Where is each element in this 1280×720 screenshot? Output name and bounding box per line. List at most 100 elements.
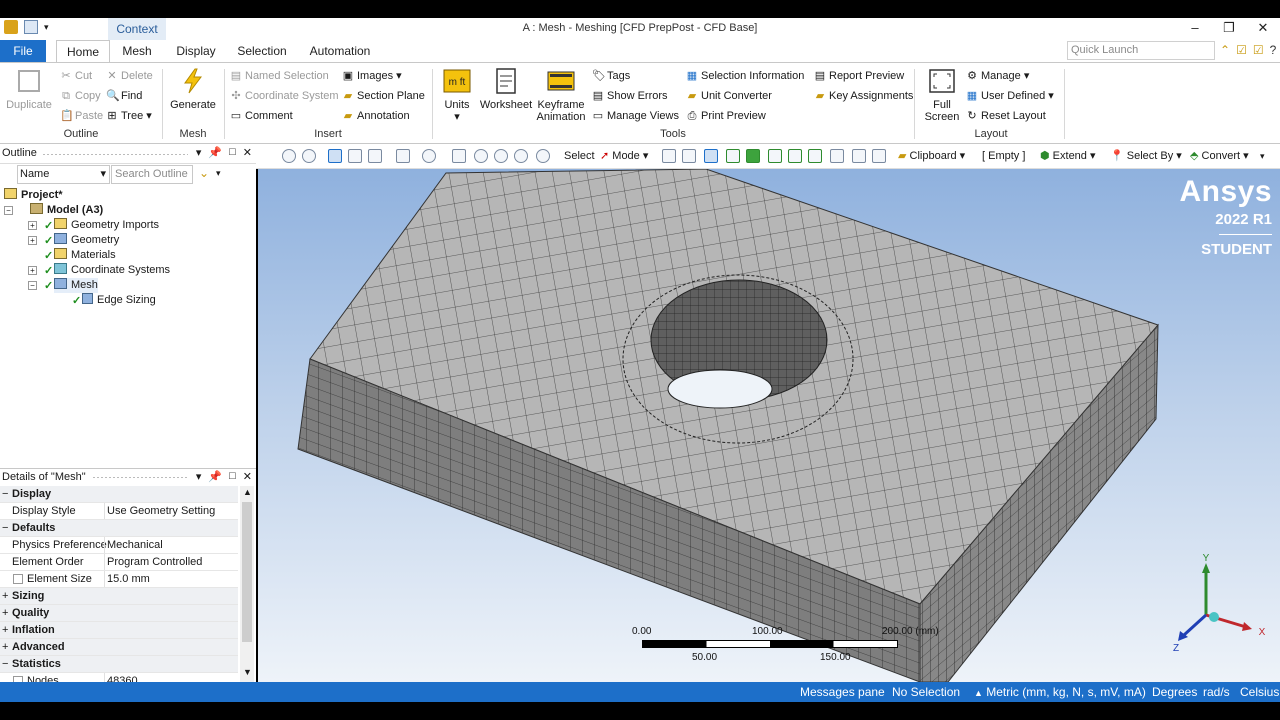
select-edge-icon[interactable]: [682, 149, 696, 163]
name-filter-select[interactable]: Name ▾: [17, 165, 110, 184]
manage-button[interactable]: ⚙ Manage ▾: [966, 67, 1029, 85]
shaded-edges-icon[interactable]: [328, 149, 342, 163]
pin-icon[interactable]: 📌: [208, 146, 222, 159]
paste-button[interactable]: 📋Paste: [60, 107, 103, 125]
category-defaults[interactable]: − Defaults: [0, 520, 238, 537]
tab-home[interactable]: Home: [56, 40, 110, 62]
tree-node-edge-sizing[interactable]: Edge Sizing: [82, 293, 156, 308]
extend-dropdown[interactable]: ⬢ Extend ▾: [1040, 148, 1096, 165]
coordinate-system-button[interactable]: ✣ Coordinate System: [230, 87, 338, 105]
annotation-button[interactable]: ▰ Annotation: [342, 107, 410, 125]
chevron-down-icon[interactable]: ▼: [243, 667, 252, 677]
category-quality[interactable]: + Quality: [0, 605, 238, 622]
category-advanced[interactable]: + Advanced: [0, 639, 238, 656]
zoom-box-icon[interactable]: [514, 149, 528, 163]
row-physics-preference[interactable]: Physics Preference Mechanical: [0, 537, 238, 554]
tree-node-materials[interactable]: Materials: [54, 248, 116, 263]
zoom-icon[interactable]: [474, 149, 488, 163]
copy-button[interactable]: ⧉ Copy: [60, 87, 101, 105]
chevron-up-icon[interactable]: ⌃: [1220, 43, 1230, 57]
chevron-down-icon[interactable]: ▾: [196, 470, 202, 483]
keyframe-animation-button[interactable]: Keyframe Animation: [536, 67, 586, 123]
feedback-icon[interactable]: ☑: [1236, 43, 1247, 57]
expand-icon[interactable]: +: [28, 236, 37, 245]
row-element-order[interactable]: Element Order Program Controlled: [0, 554, 238, 571]
select-vertex-icon[interactable]: [662, 149, 676, 163]
expand-icon[interactable]: +: [28, 266, 37, 275]
section-plane-button[interactable]: ▰ Section Plane: [342, 87, 425, 105]
select-node-icon[interactable]: [768, 149, 782, 163]
print-preview-button[interactable]: ⎙ Print Preview: [686, 107, 766, 125]
angle-units-status[interactable]: Degrees: [1152, 682, 1197, 702]
help-icon[interactable]: ☑: [1253, 43, 1264, 57]
category-display[interactable]: − Display: [0, 486, 238, 503]
units-status[interactable]: ▲ Metric (mm, kg, N, s, mV, mA): [974, 682, 1146, 703]
close-icon[interactable]: ✕: [243, 146, 252, 159]
close-icon[interactable]: ✕: [1246, 18, 1280, 38]
row-element-size[interactable]: Element Size 15.0 mm: [0, 571, 238, 588]
units-button[interactable]: m ft Units ▾: [438, 67, 476, 123]
select-element-icon[interactable]: [746, 149, 760, 163]
clipboard-dropdown[interactable]: ▰ Clipboard ▾: [898, 148, 965, 165]
zoom-in-icon[interactable]: [282, 149, 296, 163]
tree-node-model[interactable]: Model (A3): [30, 203, 103, 218]
user-defined-button[interactable]: ▦ User Defined ▾: [966, 87, 1054, 105]
collapse-icon[interactable]: −: [4, 206, 13, 215]
convert-dropdown[interactable]: ⬘ Convert ▾: [1190, 148, 1249, 165]
tree-node-project[interactable]: Project*: [4, 188, 63, 203]
unit-converter-button[interactable]: ▰ Unit Converter: [686, 87, 772, 105]
tab-display[interactable]: Display: [170, 40, 222, 62]
select-mesh-icon[interactable]: [788, 149, 802, 163]
details-scrollbar[interactable]: ▲ ▼: [240, 486, 254, 682]
tab-file[interactable]: File: [0, 40, 46, 62]
delete-button[interactable]: ✕ Delete: [106, 67, 152, 85]
reset-layout-button[interactable]: ↻ Reset Layout: [966, 107, 1045, 125]
wireframe-icon[interactable]: [368, 149, 382, 163]
box-zoom-icon[interactable]: [396, 149, 410, 163]
maximize-icon[interactable]: □: [229, 470, 236, 483]
select-adjacent-icon[interactable]: [830, 149, 844, 163]
tree-node-mesh[interactable]: Mesh: [54, 278, 98, 293]
scrollbar-thumb[interactable]: [242, 502, 252, 642]
category-sizing[interactable]: + Sizing: [0, 588, 238, 605]
pin-icon[interactable]: 📌: [208, 470, 222, 483]
tree-node-geometry[interactable]: Geometry: [54, 233, 119, 248]
pan-icon[interactable]: [452, 149, 466, 163]
toolbar-overflow-icon[interactable]: ▾: [1260, 148, 1265, 165]
search-outline-input[interactable]: Search Outline: [111, 165, 193, 184]
selection-information-button[interactable]: ▦ Selection Information: [686, 67, 805, 85]
images-button[interactable]: ▣ Images ▾: [342, 67, 402, 85]
row-display-style[interactable]: Display Style Use Geometry Setting: [0, 503, 238, 520]
comment-button[interactable]: ▭ Comment: [230, 107, 293, 125]
category-statistics[interactable]: − Statistics: [0, 656, 238, 673]
select-face-mesh-icon[interactable]: [808, 149, 822, 163]
generate-button[interactable]: Generate: [166, 67, 220, 111]
tab-mesh[interactable]: Mesh: [116, 40, 158, 62]
mode-dropdown[interactable]: ➚ Mode ▾: [600, 148, 648, 165]
worksheet-button[interactable]: Worksheet: [478, 67, 534, 111]
full-screen-button[interactable]: Full Screen: [922, 67, 962, 123]
show-errors-button[interactable]: ▤ Show Errors: [592, 87, 668, 105]
tree-node-coordinate-systems[interactable]: Coordinate Systems: [54, 263, 170, 278]
chevron-down-icon[interactable]: ▾: [196, 146, 202, 159]
tree-node-geometry-imports[interactable]: Geometry Imports: [54, 218, 159, 233]
dropdown-arrow-icon[interactable]: ▾: [216, 168, 221, 179]
maximize-icon[interactable]: □: [229, 146, 236, 159]
shaded-icon[interactable]: [348, 149, 362, 163]
magnifier-icon[interactable]: [536, 149, 550, 163]
temperature-units-status[interactable]: Celsius: [1240, 682, 1279, 702]
manage-views-button[interactable]: ▭ Manage Views: [592, 107, 679, 125]
help-question-icon[interactable]: ?: [1270, 43, 1277, 57]
tab-automation[interactable]: Automation: [304, 40, 376, 62]
zoom-out-icon[interactable]: [302, 149, 316, 163]
report-preview-button[interactable]: ▤ Report Preview: [814, 67, 904, 85]
tags-button[interactable]: 🏷Tags: [592, 67, 630, 85]
key-assignments-button[interactable]: ▰ Key Assignments: [814, 87, 914, 105]
rate-units-status[interactable]: rad/s: [1203, 682, 1230, 702]
duplicate-button[interactable]: Duplicate: [4, 67, 54, 111]
quick-launch-input[interactable]: Quick Launch: [1067, 41, 1215, 60]
row-nodes[interactable]: Nodes 48360: [0, 673, 238, 682]
close-icon[interactable]: ✕: [243, 470, 252, 483]
tab-selection[interactable]: Selection: [232, 40, 292, 62]
select-extend-icon[interactable]: [852, 149, 866, 163]
